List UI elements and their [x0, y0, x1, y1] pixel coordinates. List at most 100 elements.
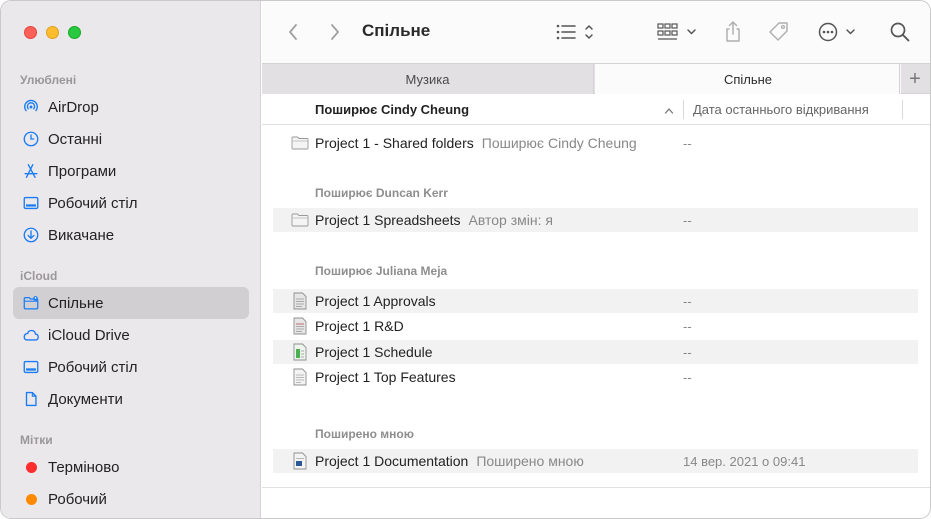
sidebar-item-label: iCloud Drive	[48, 326, 130, 344]
forward-button[interactable]	[324, 21, 346, 43]
file-date: --	[683, 212, 692, 228]
back-button[interactable]	[282, 21, 304, 43]
sidebar-item-label: Терміново	[48, 458, 120, 476]
sidebar-item-applications[interactable]: Програми	[13, 155, 249, 187]
sidebar-item-label: Документи	[48, 390, 123, 408]
sidebar-item-label: Робочий	[48, 490, 107, 508]
chevron-right-icon	[331, 24, 339, 40]
shared-folder-icon	[21, 294, 40, 313]
tab-music[interactable]: Музика	[262, 64, 594, 94]
group-header: Поширює Duncan Kerr	[315, 186, 448, 200]
list-item[interactable]: Project 1 Top Features --	[273, 365, 918, 389]
tab-shared[interactable]: Спільне	[595, 64, 901, 94]
traffic-lights	[24, 26, 81, 39]
sidebar-item-tag-urgent[interactable]: Терміново	[13, 451, 249, 483]
tag-button[interactable]	[766, 20, 792, 44]
sidebar-item-recents[interactable]: Останні	[13, 123, 249, 155]
file-shared-by: Поширює Cindy Cheung	[481, 135, 637, 151]
file-list: Project 1 - Shared folders Поширює Cindy…	[262, 125, 930, 518]
sidebar: Улюблені AirDrop Останні Програми Робочи…	[1, 1, 261, 518]
sidebar-item-desktop[interactable]: Робочий стіл	[13, 187, 249, 219]
download-icon	[21, 226, 40, 245]
folder-icon	[291, 134, 309, 152]
file-name: Project 1 - Shared folders	[315, 135, 474, 151]
sidebar-item-icloud-drive[interactable]: iCloud Drive	[13, 319, 249, 351]
desktop-icon	[21, 358, 40, 377]
share-icon	[726, 21, 740, 42]
list-item[interactable]: Project 1 Schedule --	[273, 340, 918, 364]
chevron-left-icon	[289, 24, 297, 40]
folder-icon	[291, 211, 309, 229]
clock-icon	[21, 130, 40, 149]
column-name-header[interactable]: Поширює Cindy Cheung	[315, 102, 469, 117]
sidebar-item-shared[interactable]: Спільне	[13, 287, 249, 319]
column-divider[interactable]	[683, 100, 684, 119]
column-divider[interactable]	[902, 100, 903, 119]
text-file-icon	[291, 368, 309, 386]
sidebar-item-documents[interactable]: Документи	[13, 383, 249, 415]
list-item[interactable]: Project 1 Approvals --	[273, 289, 918, 313]
more-actions-button[interactable]	[816, 20, 860, 44]
group-header: Поширено мною	[315, 427, 414, 441]
list-item[interactable]: Project 1 Spreadsheets Автор змін: я --	[273, 208, 918, 232]
sidebar-item-label: AirDrop	[48, 98, 99, 116]
sidebar-item-label: Програми	[48, 162, 117, 180]
toolbar: Спільне	[262, 1, 930, 63]
search-icon	[890, 22, 910, 42]
sidebar-item-airdrop[interactable]: AirDrop	[13, 91, 249, 123]
file-name: Project 1 R&D	[315, 318, 404, 334]
numbers-file-icon	[291, 343, 309, 361]
file-name: Project 1 Schedule	[315, 344, 433, 360]
pdf-file-icon	[291, 292, 309, 310]
sidebar-item-label: Викачане	[48, 226, 115, 244]
red-tag-icon	[26, 461, 37, 473]
sidebar-item-downloads[interactable]: Викачане	[13, 219, 249, 251]
new-tab-button[interactable]: +	[899, 64, 930, 94]
sidebar-item-label: Робочий стіл	[48, 358, 138, 376]
search-button[interactable]	[888, 20, 912, 44]
word-file-icon	[291, 452, 309, 470]
sort-ascending-icon[interactable]	[664, 103, 674, 121]
ellipsis-circle-icon	[818, 22, 855, 42]
sidebar-section-favorites: Улюблені	[20, 73, 77, 87]
group-header: Поширює Juliana Meja	[315, 264, 448, 278]
tab-label: Спільне	[723, 71, 773, 87]
group-button[interactable]	[656, 20, 700, 44]
sidebar-item-label: Останні	[48, 130, 103, 148]
airdrop-icon	[21, 98, 40, 117]
orange-tag-icon	[26, 493, 37, 505]
file-date: 14 вер. 2021 о 09:41	[683, 453, 806, 469]
sidebar-section-tags: Мітки	[20, 433, 53, 447]
minimize-button[interactable]	[46, 26, 59, 39]
file-date: --	[683, 318, 692, 334]
list-divider	[262, 487, 930, 488]
sidebar-item-label: Робочий стіл	[48, 194, 138, 212]
file-name: Project 1 Spreadsheets	[315, 212, 461, 228]
grid-icon	[657, 23, 696, 40]
list-item[interactable]: Project 1 Documentation Поширено мною 14…	[273, 449, 918, 473]
list-item[interactable]: Project 1 - Shared folders Поширює Cindy…	[273, 131, 918, 155]
list-view-icon	[556, 24, 593, 40]
column-date-header[interactable]: Дата останнього відкривання	[693, 102, 869, 117]
applications-icon	[21, 162, 40, 181]
close-button[interactable]	[24, 26, 37, 39]
list-view-button[interactable]	[554, 20, 598, 44]
pdf-file-icon	[291, 317, 309, 335]
sidebar-item-icloud-desktop[interactable]: Робочий стіл	[13, 351, 249, 383]
tab-label: Музика	[405, 71, 450, 87]
desktop-icon	[21, 194, 40, 213]
zoom-button[interactable]	[68, 26, 81, 39]
cloud-icon	[21, 326, 40, 345]
sidebar-item-tag-work[interactable]: Робочий	[13, 483, 249, 515]
sidebar-item-label: Спільне	[48, 294, 104, 312]
file-date: --	[683, 135, 692, 151]
file-shared-by: Поширено мною	[476, 453, 584, 469]
plus-icon: +	[909, 67, 921, 90]
file-name: Project 1 Documentation	[315, 453, 469, 469]
list-item[interactable]: Project 1 R&D --	[273, 314, 918, 338]
sidebar-section-icloud: iCloud	[20, 269, 58, 283]
document-icon	[21, 390, 40, 409]
file-name: Project 1 Approvals	[315, 293, 436, 309]
share-button[interactable]	[722, 19, 744, 45]
window-title: Спільне	[362, 21, 431, 40]
